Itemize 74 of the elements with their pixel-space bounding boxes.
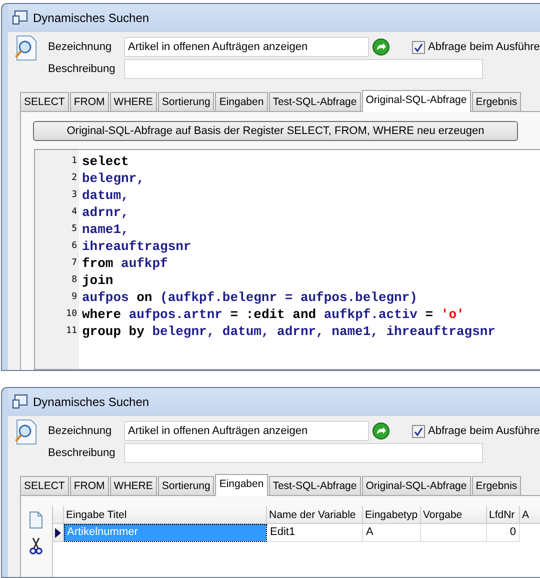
line-number: 6 [72,240,78,253]
text-field[interactable]: Artikel in offenen Aufträgen anzeigen [124,421,369,441]
window-icon [12,10,28,26]
column-header[interactable]: Vorgabe [421,506,487,524]
column-header[interactable]: Eingabe Titel [64,506,267,524]
tab[interactable]: SELECT [20,92,69,111]
tab[interactable]: Sortierung [158,476,214,495]
check-icon [414,42,423,52]
checkbox-label: Abfrage beim Ausführe [428,41,540,53]
checkbox[interactable] [412,424,425,438]
code-line: aufpos on (aufkpf.belegnr = aufpos.belegnr) [82,289,418,306]
new-document-icon [28,511,44,529]
tab[interactable]: WHERE [110,92,157,111]
code-line: name1, [82,221,130,238]
line-number: 3 [72,189,78,202]
tab[interactable]: FROM [70,476,109,495]
row-selector[interactable] [53,524,64,542]
search-document-icon [14,35,38,61]
text-field[interactable] [124,443,483,463]
tab[interactable]: SELECT [20,476,69,495]
window-title: Dynamisches Suchen [33,395,150,409]
tab[interactable]: WHERE [110,476,157,495]
tab[interactable]: Eingaben [215,92,268,111]
regenerate-button[interactable]: Original-SQL-Abfrage auf Basis der Register SELECT, FROM, WHERE neu erzeugen [33,121,518,141]
code-line: join [82,272,114,289]
tab[interactable]: FROM [70,92,109,111]
code-line: datum, [82,187,130,204]
window-icon [12,394,28,410]
checkbox[interactable] [412,40,425,54]
code-line: where aufpos.artnr = :edit and aufkpf.activ = 'o' [82,306,466,323]
checkbox-label: Abfrage beim Ausführe [428,425,540,437]
line-number: 8 [72,274,78,287]
line-number: 2 [72,172,78,185]
table-cell: Edit1 [267,524,363,542]
search-document-icon [14,419,38,445]
table-cell: A [363,524,421,542]
line-number: 5 [72,223,78,236]
line-number: 7 [72,257,78,270]
line-number: 10 [66,308,78,321]
tab[interactable]: Test-SQL-Abfrage [268,476,361,495]
text-field[interactable] [124,59,483,79]
code-line: group by belegnr, datum, adrnr, name1, ihreauftragsnr [82,323,496,340]
text-field[interactable]: Artikel in offenen Aufträgen anzeigen [124,37,369,57]
line-number: 11 [66,325,78,338]
column-header[interactable]: Name der Variable [267,506,363,524]
code-line: select [82,153,130,170]
row-pointer-icon [55,528,61,538]
code-line: adrnr, [82,204,130,221]
tab[interactable]: Test-SQL-Abfrage [268,92,361,111]
table-cell: Artikelnummer [64,524,267,542]
tab[interactable]: Original-SQL-Abfrage [362,476,471,495]
column-header[interactable]: Eingabetyp [363,506,421,524]
field-label: Beschreibung [47,447,116,459]
table-cell: 0 [487,524,520,542]
field-label: Bezeichnung [47,41,113,53]
tab[interactable]: Original-SQL-Abfrage [362,90,471,112]
code-line: belegnr, [82,170,146,187]
tab[interactable]: Ergebnis [472,92,522,111]
window-title: Dynamisches Suchen [33,11,150,25]
table-cell [421,524,487,542]
line-number: 1 [72,155,78,168]
tab[interactable]: Sortierung [158,92,214,111]
line-number: 4 [72,206,78,219]
tab[interactable]: Ergebnis [472,476,522,495]
line-number: 9 [72,291,78,304]
code-line: ihreauftragsnr [82,238,192,255]
field-label: Bezeichnung [47,425,113,437]
column-header[interactable]: LfdNr [487,506,520,524]
column-header[interactable]: A [520,506,540,524]
scissors-icon [29,537,43,555]
field-label: Beschreibung [47,63,116,75]
tab[interactable]: Eingaben [215,474,268,496]
check-icon [414,426,423,436]
code-line: from aufkpf [82,255,169,272]
